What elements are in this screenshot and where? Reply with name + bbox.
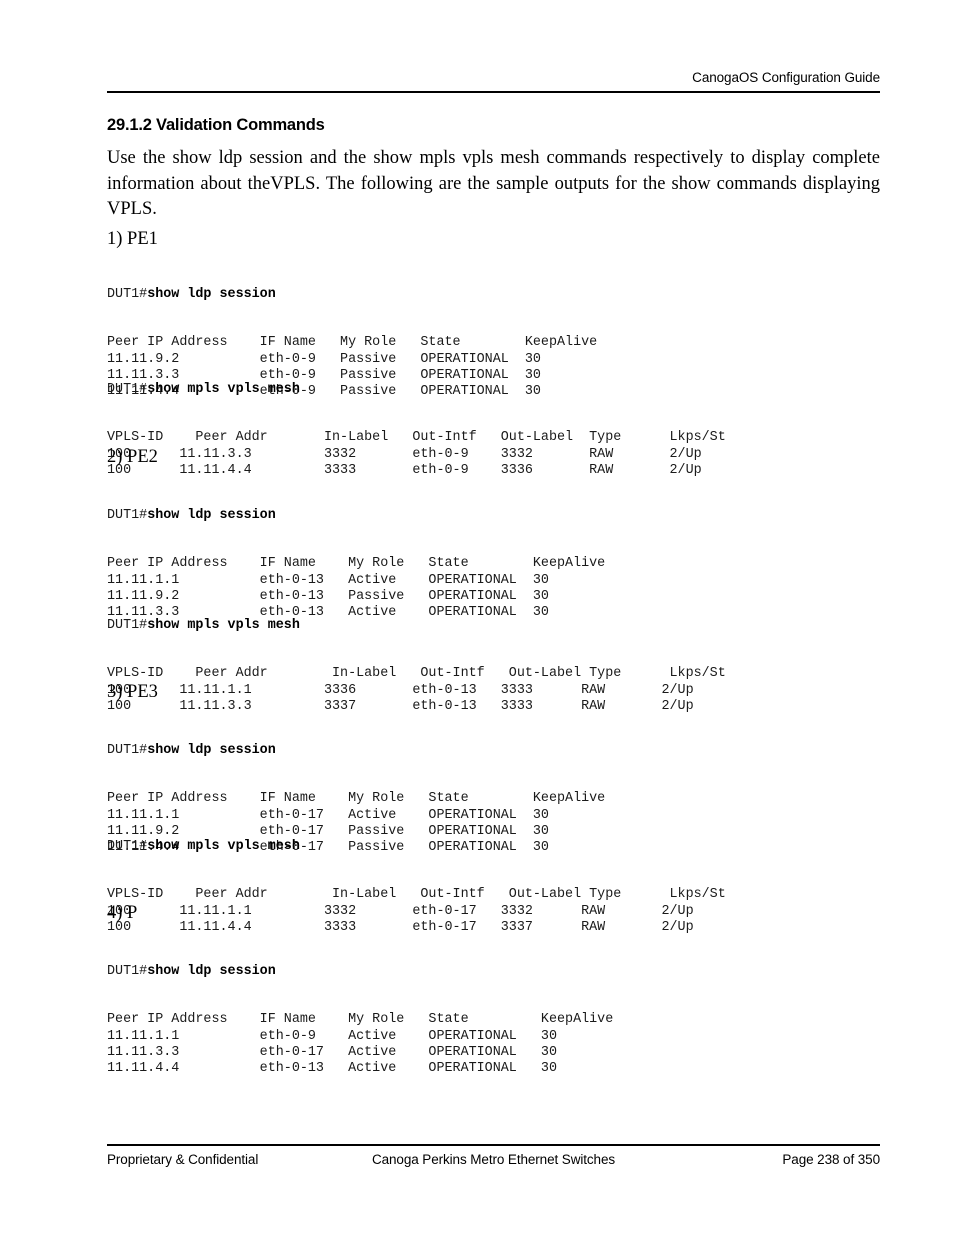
command-line: DUT1#show mpls vpls mesh — [107, 618, 726, 634]
header-rule — [107, 91, 880, 93]
section-heading: 29.1.2 Validation Commands — [107, 116, 325, 134]
command-line: DUT1#show ldp session — [107, 287, 597, 303]
footer-row: Proprietary & Confidential Canoga Perkin… — [107, 1152, 880, 1172]
command-line: DUT1#show ldp session — [107, 508, 605, 524]
command-line: DUT1#show mpls vpls mesh — [107, 382, 726, 398]
page-footer: Proprietary & Confidential Canoga Perkin… — [107, 1144, 880, 1172]
shell-prompt: DUT1# — [107, 382, 148, 398]
console-block-p-ldp: DUT1#show ldp session Peer IP Address IF… — [107, 932, 613, 1109]
item-label-pe1: 1) PE1 — [107, 229, 158, 249]
shell-prompt: DUT1# — [107, 287, 148, 303]
footer-product-name: Canoga Perkins Metro Ethernet Switches — [371, 1152, 616, 1167]
section-paragraph: Use the show ldp session and the show mp… — [107, 148, 880, 219]
item-label-p: 4) P — [107, 903, 138, 923]
command-line: DUT1#show ldp session — [107, 743, 605, 759]
shell-prompt: DUT1# — [107, 839, 148, 855]
command-line: DUT1#show ldp session — [107, 964, 613, 980]
item-label-pe3: 3) PE3 — [107, 682, 158, 702]
command-output: VPLS-ID Peer Addr In-Label Out-Intf Out-… — [107, 430, 726, 478]
command-line: DUT1#show mpls vpls mesh — [107, 839, 726, 855]
shell-prompt: DUT1# — [107, 618, 148, 634]
shell-prompt: DUT1# — [107, 743, 148, 759]
shell-command: show ldp session — [147, 964, 276, 980]
item-label-pe2: 2) PE2 — [107, 447, 158, 467]
page-header: CanogaOS Configuration Guide — [107, 70, 880, 93]
shell-command: show mpls vpls mesh — [147, 618, 300, 634]
document-page: CanogaOS Configuration Guide 29.1.2 Vali… — [107, 0, 880, 1235]
header-title: CanogaOS Configuration Guide — [692, 70, 880, 85]
shell-command: show mpls vpls mesh — [147, 382, 300, 398]
shell-prompt: DUT1# — [107, 508, 148, 524]
command-output: Peer IP Address IF Name My Role State Ke… — [107, 1012, 614, 1076]
shell-command: show mpls vpls mesh — [147, 839, 300, 855]
shell-command: show ldp session — [147, 743, 276, 759]
command-output: VPLS-ID Peer Addr In-Label Out-Intf Out-… — [107, 666, 726, 714]
shell-prompt: DUT1# — [107, 964, 148, 980]
footer-rule — [107, 1144, 880, 1146]
shell-command: show ldp session — [147, 508, 276, 524]
shell-command: show ldp session — [147, 287, 276, 303]
command-output: VPLS-ID Peer Addr In-Label Out-Intf Out-… — [107, 887, 726, 935]
footer-page-number: Page 238 of 350 — [782, 1152, 880, 1167]
